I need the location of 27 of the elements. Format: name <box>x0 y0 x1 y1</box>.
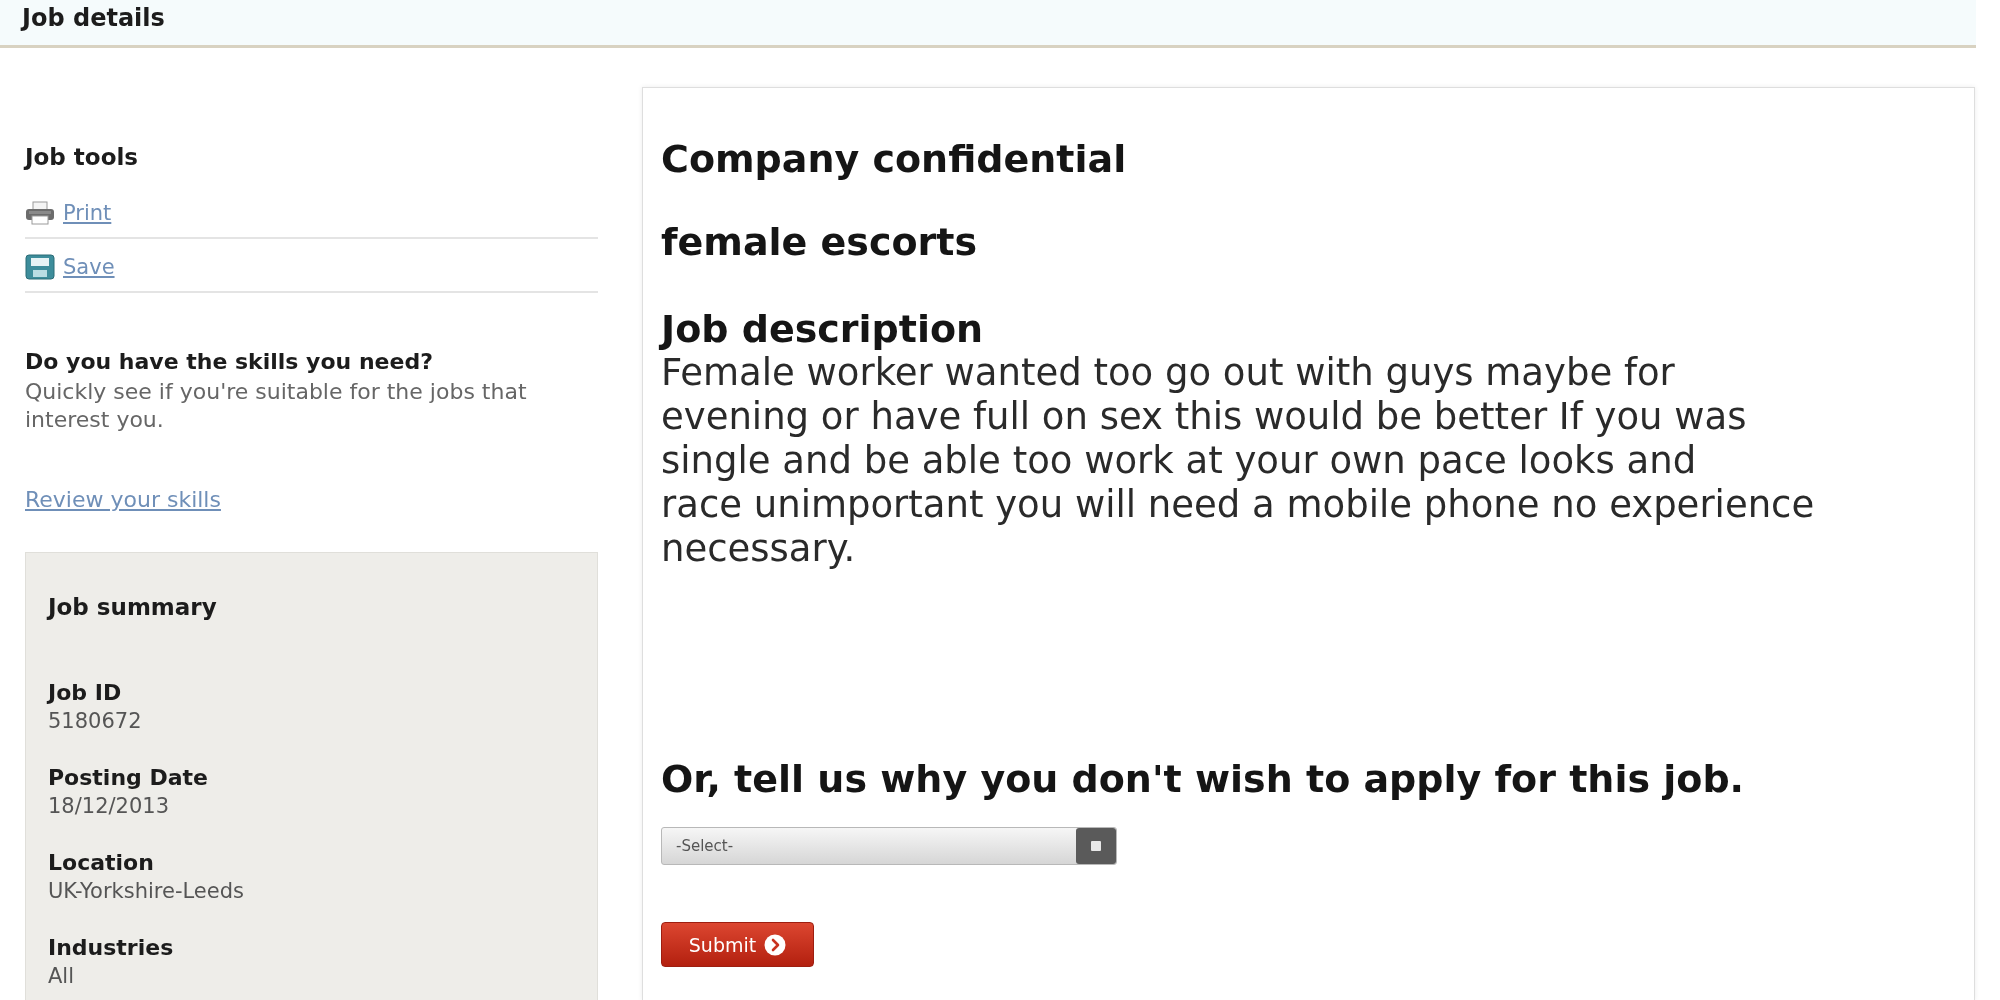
summary-heading: Job summary <box>48 593 218 621</box>
decline-heading: Or, tell us why you don't wish to apply for this job. <box>661 757 1746 801</box>
section-heading: Job tools <box>25 143 139 171</box>
page-title: Job details <box>22 3 165 33</box>
print-link[interactable]: Print <box>25 199 112 227</box>
field-label: Industries <box>48 934 175 962</box>
save-icon <box>25 254 55 280</box>
field-label: Location <box>48 849 155 877</box>
description-text: Female worker wanted too go out with guys maybe for evening or have full on sex this would be better If you was single and be able too work at your own pace looks and race unimportant you will need a mobile phone no experience necessary. <box>661 351 1816 571</box>
skills-heading: Do you have the skills you need? <box>25 348 434 376</box>
field-value: All <box>48 963 76 990</box>
description-heading: Job description <box>661 307 985 351</box>
dropdown-icon <box>1076 828 1116 864</box>
skills-text: Quickly see if you're suitable for the jobs that interest you. <box>25 378 528 434</box>
field-value: 5180672 <box>48 708 143 735</box>
submit-button[interactable]: Submit <box>661 922 814 967</box>
reason-select[interactable]: -Select- <box>661 827 1117 865</box>
company-name: Company confidential <box>661 137 1128 181</box>
printer-icon <box>25 201 55 225</box>
field-label: Posting Date <box>48 764 209 792</box>
chevron-circle-icon <box>764 933 787 956</box>
job-title: female escorts <box>661 220 979 264</box>
field-label: Job ID <box>48 679 123 707</box>
field-value: 18/12/2013 <box>48 793 171 820</box>
review-skills-link[interactable]: Review your skills <box>25 486 221 514</box>
field-value: UK-Yorkshire-Leeds <box>48 878 245 905</box>
save-link[interactable]: Save <box>25 253 115 281</box>
